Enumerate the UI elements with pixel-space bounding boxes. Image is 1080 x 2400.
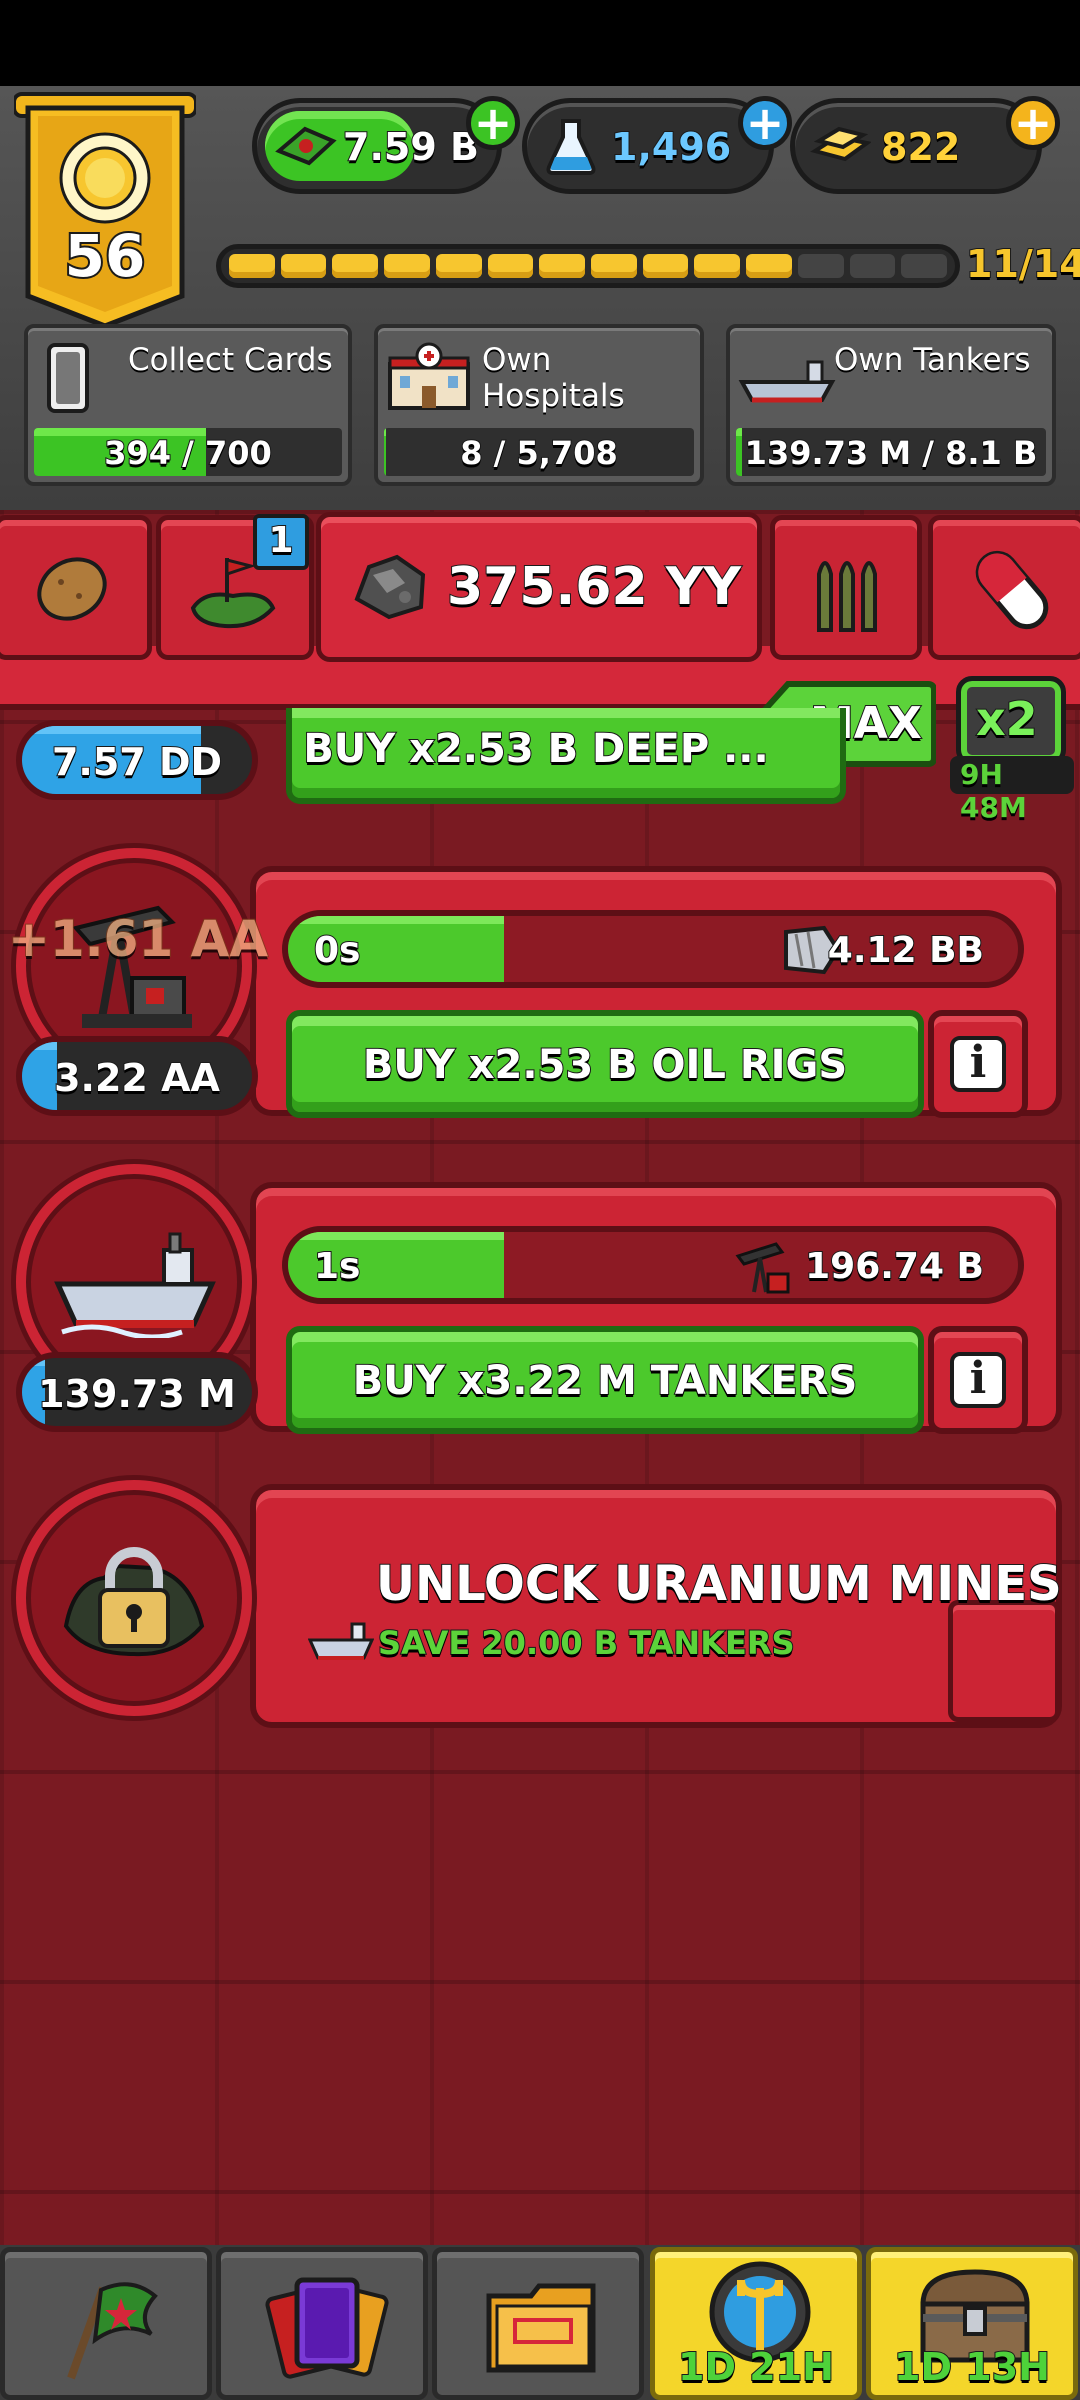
tanker-small-icon <box>308 1622 374 1660</box>
nav-event[interactable]: 1D 21H <box>650 2247 862 2400</box>
tankers-owned-counter: 139.73 M <box>16 1352 258 1432</box>
status-bar <box>0 0 1080 86</box>
tanker-icon <box>738 360 836 403</box>
owned-value: 7.57 DD <box>51 739 223 785</box>
owned-value: 139.73 M <box>37 1371 237 1417</box>
tankers-production-bar: 1s 196.74 B <box>282 1226 1024 1304</box>
nav-chest[interactable]: 1D 13H <box>866 2247 1078 2400</box>
nav-intel[interactable] <box>432 2247 644 2400</box>
goal-progress-bar: 8 / 5,708 <box>384 428 694 476</box>
cash-counter: 7.59 B <box>252 98 502 194</box>
gold-bars-icon <box>810 126 871 162</box>
goal-progress-text: 8 / 5,708 <box>459 433 618 473</box>
nav-cards[interactable] <box>216 2247 428 2400</box>
folder-icon <box>486 2283 596 2373</box>
xp-segment <box>384 254 430 278</box>
tanker-ship-icon <box>54 1232 216 1338</box>
xp-segment <box>642 254 689 278</box>
gold-counter: 822 <box>790 98 1042 194</box>
event-countdown: 1D 21H <box>677 2344 835 2390</box>
xp-segment <box>746 254 792 278</box>
cycle-amount: 196.74 B <box>804 1245 985 1288</box>
ore-icon <box>354 554 426 620</box>
buy-deep-button[interactable]: BUY x2.53 B DEEP ... <box>286 708 846 804</box>
add-research-button[interactable]: + <box>738 96 792 150</box>
potato-icon <box>37 557 107 621</box>
ammo-icon <box>817 561 877 632</box>
buy-oil-rigs-button[interactable]: BUY x2.53 B OIL RIGS <box>286 1010 924 1118</box>
cycle-time: 0s <box>313 929 362 972</box>
oil-rigs-production-bar: 0s 4.12 BB <box>282 910 1024 988</box>
xp-segment <box>901 254 948 278</box>
add-cash-button[interactable]: + <box>466 96 520 150</box>
xp-segment <box>591 254 637 278</box>
tab-land[interactable]: 1 <box>156 514 314 660</box>
card-icon <box>47 343 89 413</box>
flask-icon <box>546 119 596 175</box>
goal-progress-bar: 139.73 M / 8.1 B <box>736 428 1046 476</box>
goal-collect-cards[interactable]: Collect Cards 394 / 700 <box>24 324 352 486</box>
goal-label: Own Tankers <box>834 342 1031 378</box>
deep-owned-counter: 7.57 DD <box>16 720 258 800</box>
research-counter: 1,496 <box>522 98 774 194</box>
xp-segment <box>435 254 482 278</box>
goal-label: Collect Cards <box>128 342 333 378</box>
buy-tankers-button[interactable]: BUY x3.22 M TANKERS <box>286 1326 924 1434</box>
lock-icon <box>63 1547 205 1657</box>
xp-segment <box>797 254 844 278</box>
xp-segment <box>229 254 275 278</box>
tab-badge: 1 <box>253 514 309 570</box>
tab-ore-active[interactable]: 375.62 YY <box>316 512 762 662</box>
tab-ammo[interactable] <box>770 515 922 660</box>
xp-progress-bar <box>216 244 960 288</box>
tab-pill[interactable] <box>928 515 1080 660</box>
goal-progress-text: 394 / 700 <box>103 433 273 473</box>
boost-timer: 9H 48M <box>960 758 1027 824</box>
tankers-info-button[interactable]: i <box>928 1326 1028 1434</box>
gold-value: 822 <box>880 124 961 170</box>
nav-missions[interactable] <box>0 2247 212 2400</box>
locked-card-corner <box>948 1600 1060 1722</box>
xp-segment <box>694 254 741 278</box>
oil-pump-icon <box>735 1242 790 1294</box>
level-badge[interactable]: 56 <box>14 86 196 336</box>
flag-icon <box>67 2282 158 2380</box>
xp-segment <box>487 254 534 278</box>
owned-value: 3.22 AA <box>53 1055 221 1101</box>
info-icon: i <box>950 1036 1006 1092</box>
xp-segment <box>539 254 586 278</box>
tab-potato[interactable] <box>0 515 152 660</box>
info-icon: i <box>950 1352 1006 1408</box>
cash-value: 7.59 B <box>342 124 480 170</box>
oil-rig-floating-gain: +1.61 AA <box>7 909 269 969</box>
ore-total: 375.62 YY <box>446 556 742 618</box>
sun-rank-icon <box>59 132 151 224</box>
uranium-mine-portrait[interactable] <box>16 1480 252 1716</box>
xp-segment <box>849 254 896 278</box>
xp-segment <box>332 254 379 278</box>
cycle-time: 1s <box>313 1245 362 1288</box>
level-number: 56 <box>65 222 146 290</box>
goal-own-hospitals[interactable]: Own Hospitals 8 / 5,708 <box>374 324 704 486</box>
research-value: 1,496 <box>610 124 732 170</box>
xp-text: 11/14 <box>965 241 1080 287</box>
unlock-requirement: SAVE 20.00 B TANKERS <box>377 1623 796 1663</box>
oil-rigs-info-button[interactable]: i <box>928 1010 1028 1118</box>
pill-icon <box>975 550 1049 630</box>
xp-segment <box>280 254 327 278</box>
goal-label: Own Hospitals <box>482 342 625 414</box>
goal-progress-bar: 394 / 700 <box>34 428 342 476</box>
hospital-icon <box>388 342 470 410</box>
x2-label: x2 <box>975 691 1039 747</box>
goal-progress-text: 139.73 M / 8.1 B <box>744 433 1039 473</box>
cycle-amount: 4.12 BB <box>827 929 985 972</box>
cash-icon <box>275 126 337 166</box>
cards-icon <box>265 2277 389 2379</box>
chest-countdown: 1D 13H <box>893 2344 1051 2390</box>
oil-rigs-owned-counter: 3.22 AA <box>16 1036 258 1116</box>
add-gold-button[interactable]: + <box>1006 96 1060 150</box>
x2-boost-button[interactable]: x2 9H 48M <box>950 676 1074 824</box>
goal-own-tankers[interactable]: Own Tankers 139.73 M / 8.1 B <box>726 324 1056 486</box>
unlock-title: UNLOCK URANIUM MINES <box>375 1555 1063 1613</box>
